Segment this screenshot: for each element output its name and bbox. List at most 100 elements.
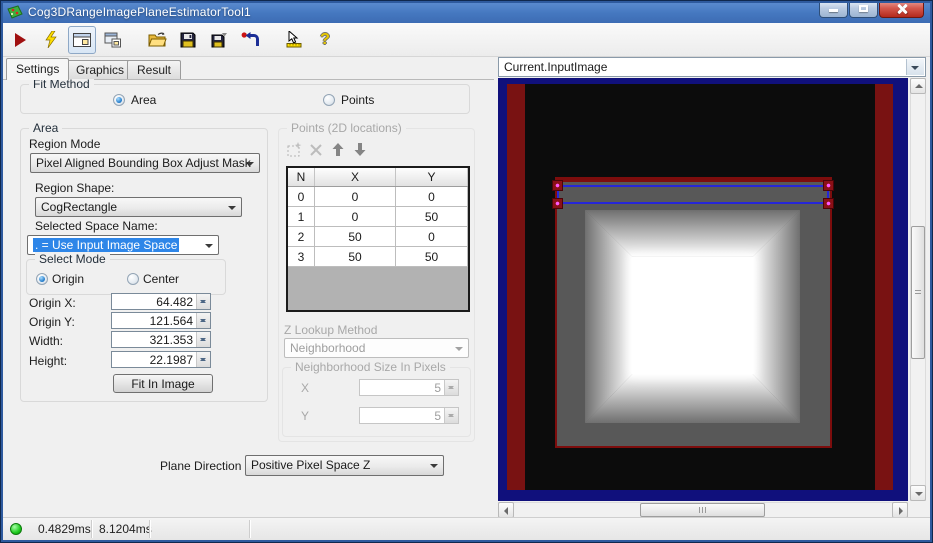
horizontal-scrollbar[interactable] bbox=[498, 502, 908, 518]
table-row[interactable]: 3 50 50 bbox=[288, 246, 468, 267]
col-y[interactable]: Y bbox=[395, 168, 468, 187]
reset-button[interactable] bbox=[236, 26, 264, 54]
cell[interactable]: 0 bbox=[395, 226, 468, 247]
scroll-right-button[interactable] bbox=[892, 502, 908, 518]
points-group-label: Points (2D locations) bbox=[287, 121, 406, 135]
region-handle-bottom-right[interactable] bbox=[823, 198, 834, 209]
move-up-button[interactable] bbox=[329, 141, 347, 159]
minimize-button[interactable] bbox=[819, 1, 848, 18]
close-icon bbox=[897, 4, 907, 14]
pointer-tool-button[interactable] bbox=[280, 26, 308, 54]
cell[interactable]: 1 bbox=[288, 206, 315, 227]
neighborhood-x-spinner[interactable] bbox=[444, 380, 458, 395]
cell[interactable]: 50 bbox=[395, 246, 468, 267]
neighborhood-y-field[interactable]: 5 bbox=[359, 407, 459, 424]
z-lookup-combo[interactable]: Neighborhood bbox=[284, 338, 469, 358]
plane-direction-label: Plane Direction bbox=[160, 459, 242, 473]
tab-result[interactable]: Result bbox=[127, 60, 182, 79]
select-mode-origin-label[interactable]: Origin bbox=[52, 272, 84, 286]
run-button[interactable] bbox=[6, 26, 34, 54]
region-shape-value: CogRectangle bbox=[41, 200, 118, 214]
col-n[interactable]: N bbox=[288, 168, 315, 187]
plane-direction-combo[interactable]: Positive Pixel Space Z bbox=[245, 455, 444, 476]
show-electrode-button[interactable] bbox=[68, 25, 96, 54]
fit-method-area-label[interactable]: Area bbox=[131, 93, 156, 107]
select-mode-group: Select Mode Origin Center bbox=[26, 252, 226, 295]
region-overlay-rect[interactable] bbox=[557, 185, 829, 204]
neighborhood-y-value: 5 bbox=[434, 409, 441, 423]
range-image[interactable] bbox=[507, 84, 893, 490]
neighborhood-y-label: Y bbox=[301, 409, 310, 423]
points-table[interactable]: N X Y 0 0 0 1 0 50 2 50 0 3 50 50 bbox=[286, 166, 470, 312]
close-button[interactable] bbox=[879, 1, 924, 18]
vertical-scrollbar[interactable] bbox=[910, 78, 926, 501]
height-spinner[interactable] bbox=[196, 352, 210, 367]
table-row[interactable]: 1 0 50 bbox=[288, 206, 468, 227]
cell[interactable]: 50 bbox=[314, 246, 396, 267]
table-row[interactable]: 0 0 0 bbox=[288, 186, 468, 207]
origin-y-label: Origin Y: bbox=[29, 315, 75, 329]
region-handle-top-right[interactable] bbox=[823, 180, 834, 191]
tab-graphics[interactable]: Graphics bbox=[66, 60, 135, 79]
region-shape-combo[interactable]: CogRectangle bbox=[35, 197, 242, 217]
neighborhood-x-field[interactable]: 5 bbox=[359, 379, 459, 396]
combo-dropdown-icon[interactable] bbox=[906, 59, 924, 75]
width-field[interactable]: 321.353 bbox=[111, 331, 211, 348]
tab-settings[interactable]: Settings bbox=[6, 58, 70, 80]
delete-point-button[interactable] bbox=[307, 141, 325, 159]
region-handle-bottom-left[interactable] bbox=[552, 198, 563, 209]
cell[interactable]: 0 bbox=[395, 186, 468, 207]
select-mode-center-label[interactable]: Center bbox=[143, 272, 179, 286]
scroll-up-button[interactable] bbox=[910, 78, 926, 94]
region-handle-top-left[interactable] bbox=[552, 180, 563, 191]
cell[interactable]: 0 bbox=[288, 186, 315, 207]
maximize-button[interactable] bbox=[849, 1, 878, 18]
origin-y-field[interactable]: 121.564 bbox=[111, 312, 211, 329]
maximize-icon bbox=[859, 5, 868, 12]
image-red-band-right bbox=[875, 84, 893, 490]
neighborhood-y-spinner[interactable] bbox=[444, 408, 458, 423]
mask-region bbox=[555, 177, 832, 448]
vertical-scroll-thumb[interactable] bbox=[911, 226, 925, 359]
cell[interactable]: 50 bbox=[314, 226, 396, 247]
open-button[interactable] bbox=[143, 26, 171, 54]
col-x[interactable]: X bbox=[314, 168, 396, 187]
reset-arrow-icon bbox=[241, 31, 259, 46]
fit-method-points-radio[interactable] bbox=[323, 94, 335, 106]
help-button[interactable]: ? bbox=[311, 26, 339, 54]
table-row[interactable]: 2 50 0 bbox=[288, 226, 468, 247]
cell[interactable]: 0 bbox=[314, 186, 396, 207]
panel-splitter[interactable] bbox=[494, 56, 497, 518]
cell[interactable]: 3 bbox=[288, 246, 315, 267]
cell[interactable]: 0 bbox=[314, 206, 396, 227]
neighborhood-label: Neighborhood Size In Pixels bbox=[291, 360, 450, 374]
neighborhood-group: Neighborhood Size In Pixels X 5 Y 5 bbox=[282, 360, 471, 437]
origin-x-field[interactable]: 64.482 bbox=[111, 293, 211, 310]
float-window-button[interactable] bbox=[99, 26, 127, 54]
origin-y-value: 121.564 bbox=[149, 314, 193, 328]
display-source-combo[interactable]: Current.InputImage bbox=[498, 57, 926, 77]
save-button[interactable] bbox=[174, 26, 202, 54]
scroll-down-button[interactable] bbox=[910, 485, 926, 501]
add-point-button[interactable] bbox=[285, 141, 303, 159]
fit-method-area-radio[interactable] bbox=[113, 94, 125, 106]
horizontal-scroll-thumb[interactable] bbox=[640, 503, 765, 517]
fit-in-image-button[interactable]: Fit In Image bbox=[113, 374, 213, 393]
select-mode-center-radio[interactable] bbox=[127, 273, 139, 285]
height-field[interactable]: 22.1987 bbox=[111, 351, 211, 368]
width-spinner[interactable] bbox=[196, 332, 210, 347]
thumb-grip bbox=[915, 289, 921, 296]
fit-method-points-label[interactable]: Points bbox=[341, 93, 374, 107]
tab-result-label: Result bbox=[137, 63, 172, 77]
origin-y-spinner[interactable] bbox=[196, 313, 210, 328]
cell[interactable]: 2 bbox=[288, 226, 315, 247]
move-down-button[interactable] bbox=[351, 141, 369, 159]
scroll-left-button[interactable] bbox=[498, 502, 514, 518]
origin-x-spinner[interactable] bbox=[196, 294, 210, 309]
save-as-button[interactable] bbox=[205, 26, 233, 54]
status-bar: 0.4829ms 8.1204ms bbox=[3, 517, 930, 540]
live-run-button[interactable] bbox=[37, 26, 65, 54]
cell[interactable]: 50 bbox=[395, 206, 468, 227]
region-mode-combo[interactable]: Pixel Aligned Bounding Box Adjust Mask bbox=[30, 153, 260, 173]
select-mode-origin-radio[interactable] bbox=[36, 273, 48, 285]
